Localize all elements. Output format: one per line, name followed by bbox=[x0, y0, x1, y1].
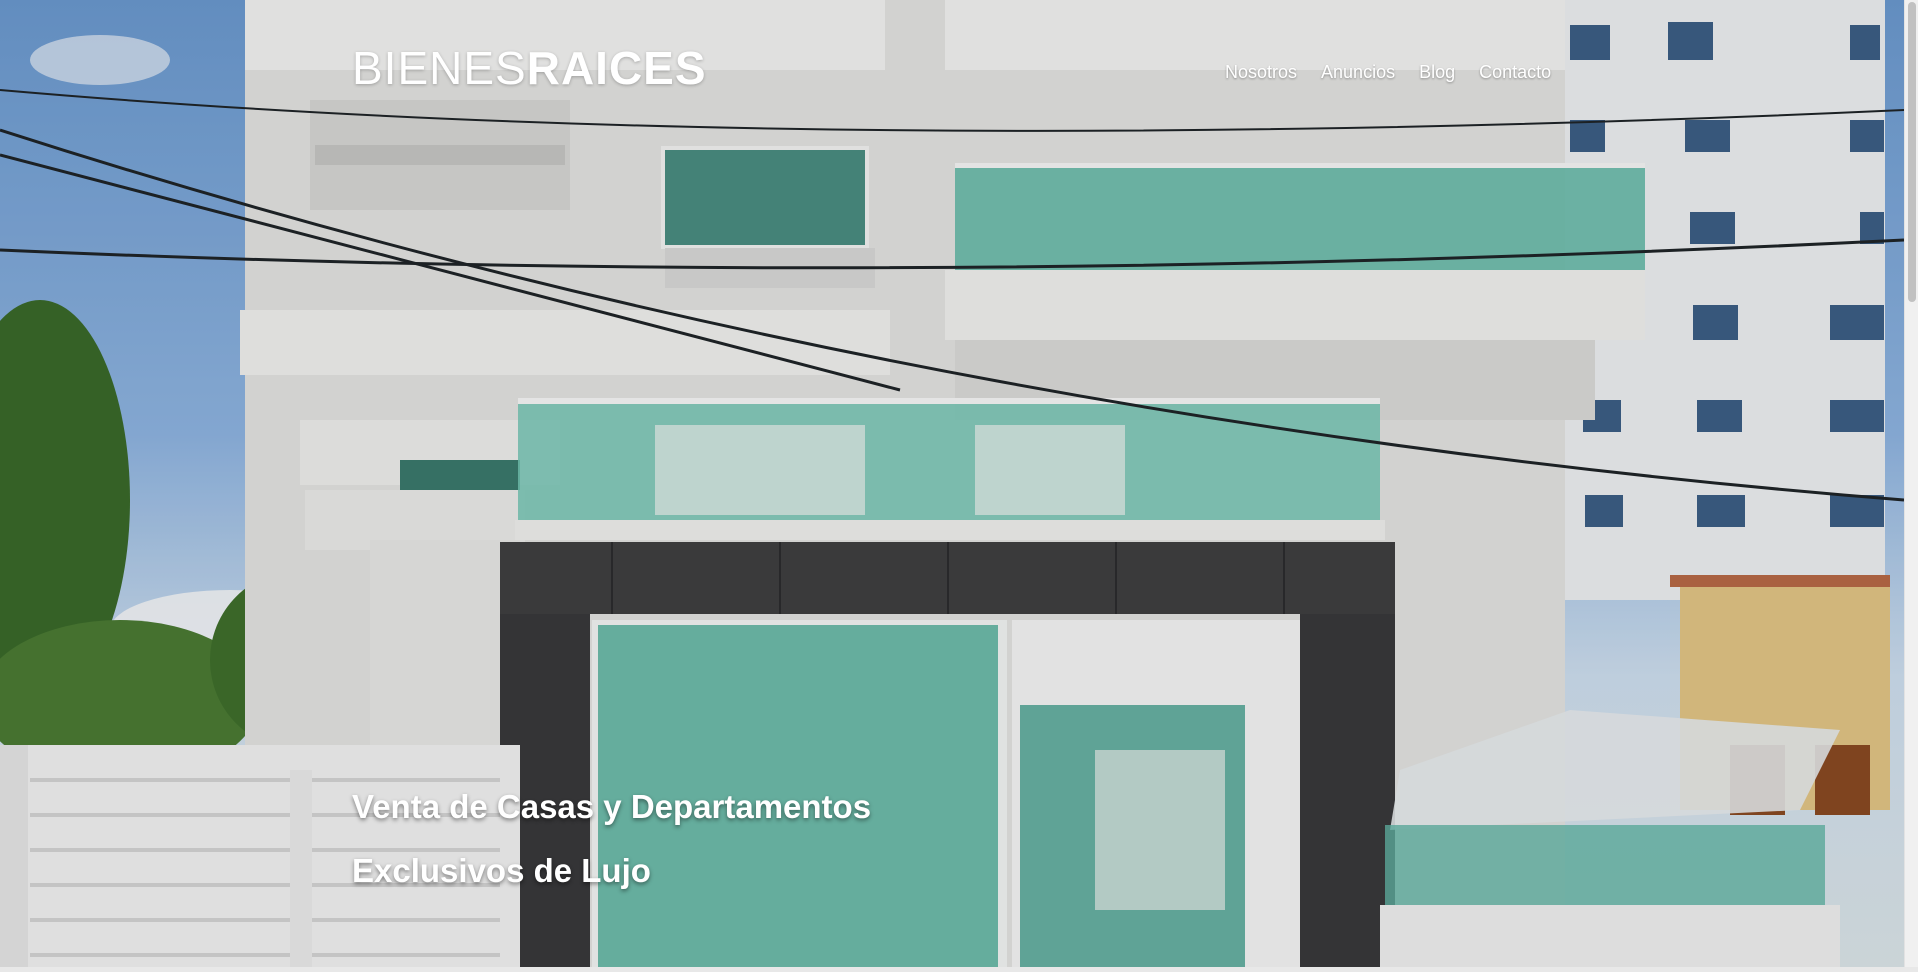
site-header: BIENESRAICES Nosotros Anuncios Blog Cont… bbox=[0, 0, 1904, 140]
logo-light-text: BIENES bbox=[352, 42, 527, 94]
nav-link-anuncios[interactable]: Anuncios bbox=[1321, 58, 1395, 86]
hero-headline: Venta de Casas y Departamentos Exclusivo… bbox=[352, 775, 871, 903]
nav-link-blog[interactable]: Blog bbox=[1419, 58, 1455, 86]
site-logo[interactable]: BIENESRAICES bbox=[352, 40, 707, 96]
logo-bold-text: RAICES bbox=[526, 42, 707, 94]
nav-link-contacto[interactable]: Contacto bbox=[1479, 58, 1551, 86]
bottom-edge bbox=[0, 967, 1918, 972]
scrollbar-thumb[interactable] bbox=[1908, 2, 1916, 302]
hero-section: BIENESRAICES Nosotros Anuncios Blog Cont… bbox=[0, 0, 1904, 967]
hero-title-line-1: Venta de Casas y Departamentos bbox=[352, 788, 872, 825]
nav-link-nosotros[interactable]: Nosotros bbox=[1225, 58, 1297, 86]
main-nav: Nosotros Anuncios Blog Contacto bbox=[1225, 58, 1551, 86]
hero-overlay bbox=[0, 0, 1904, 967]
vertical-scrollbar[interactable] bbox=[1904, 0, 1918, 967]
hero-title-line-2: Exclusivos de Lujo bbox=[352, 852, 651, 889]
